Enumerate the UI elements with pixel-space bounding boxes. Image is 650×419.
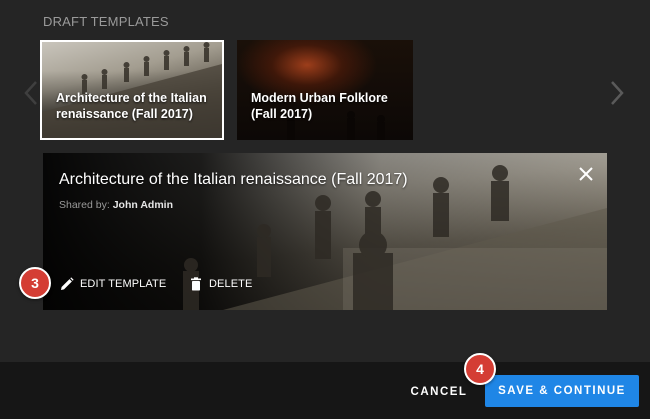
edit-template-button[interactable]: EDIT TEMPLATE (60, 276, 166, 292)
trash-icon (191, 277, 201, 291)
delete-button[interactable]: DELETE (189, 276, 252, 292)
shared-by-label: Shared by: (59, 199, 110, 211)
section-label: DRAFT TEMPLATES (43, 14, 169, 29)
edit-template-label: EDIT TEMPLATE (80, 278, 167, 290)
chevron-right-icon (611, 81, 624, 105)
delete-label: DELETE (209, 278, 253, 290)
carousel-next-button[interactable] (608, 80, 626, 106)
step-badge-4: 4 (464, 353, 496, 385)
step-badge-3: 3 (19, 267, 51, 299)
carousel-prev-button[interactable] (22, 80, 40, 106)
template-card-folklore[interactable]: Modern Urban Folklore (Fall 2017) (237, 40, 413, 140)
save-continue-button[interactable]: SAVE & CONTINUE (485, 375, 639, 407)
template-detail-panel: Architecture of the Italian renaissance … (43, 153, 607, 310)
cancel-button[interactable]: CANCEL (400, 382, 478, 402)
close-icon (579, 167, 593, 181)
template-card-title: Architecture of the Italian renaissance … (56, 91, 207, 121)
shared-by: Shared by: John Admin (59, 199, 173, 211)
footer-bar: CANCEL SAVE & CONTINUE (0, 362, 650, 419)
template-card-title: Modern Urban Folklore (Fall 2017) (251, 91, 388, 121)
pencil-icon (61, 277, 74, 290)
template-card-architecture[interactable]: Architecture of the Italian renaissance … (40, 40, 224, 140)
chevron-left-icon (24, 81, 37, 105)
owner-name: John Admin (112, 199, 173, 211)
template-detail-title: Architecture of the Italian renaissance … (59, 171, 408, 188)
close-button[interactable] (577, 165, 595, 183)
